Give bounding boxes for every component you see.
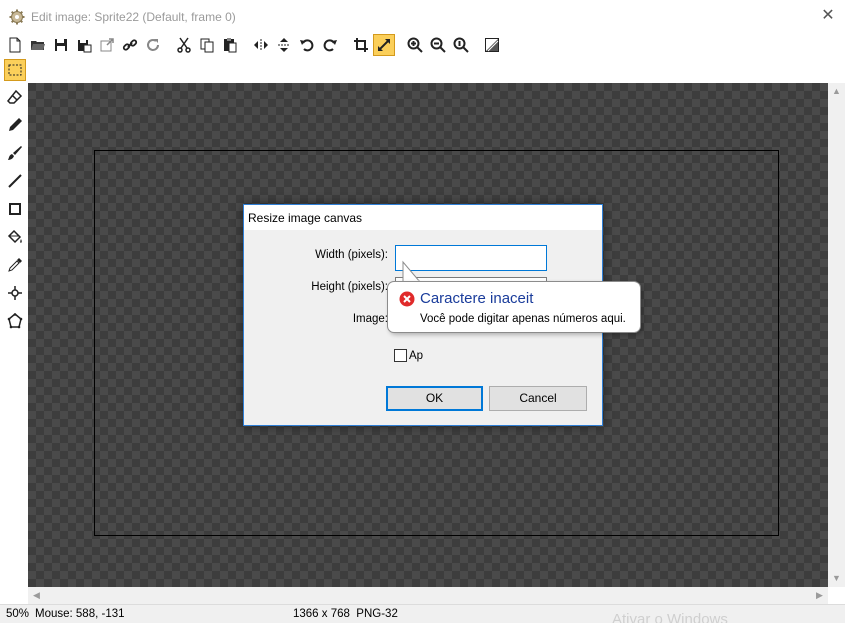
- crop-icon[interactable]: [350, 34, 372, 56]
- toolbar: [0, 33, 845, 57]
- checkbox-label: Ap: [409, 350, 424, 362]
- horizontal-scrollbar[interactable]: ◀ ▶: [28, 587, 828, 604]
- open-folder-icon[interactable]: [27, 34, 49, 56]
- zoom-in-icon[interactable]: [404, 34, 426, 56]
- mouse-position: Mouse: 588, -131: [35, 608, 125, 620]
- zoom-level: 50%: [6, 608, 30, 620]
- error-balloon: Caractere inaceit Você pode digitar apen…: [387, 281, 641, 333]
- polygon-icon[interactable]: [4, 310, 26, 332]
- select-rectangle-icon[interactable]: [4, 59, 26, 81]
- window-title: Edit image: Sprite22 (Default, frame 0): [31, 10, 236, 24]
- balloon-message: Você pode digitar apenas números aqui.: [420, 313, 626, 325]
- apply-checkbox[interactable]: [394, 349, 407, 362]
- flip-vertical-icon[interactable]: [273, 34, 295, 56]
- resize-canvas-icon[interactable]: [373, 34, 395, 56]
- scroll-up-icon[interactable]: ▲: [828, 83, 845, 100]
- image-size-format: 1366 x 768 PNG-32: [293, 608, 398, 620]
- eyedropper-icon[interactable]: [4, 254, 26, 276]
- export-icon[interactable]: [96, 34, 118, 56]
- tool-palette: [0, 57, 28, 603]
- scroll-down-icon[interactable]: ▼: [828, 570, 845, 587]
- cut-icon[interactable]: [173, 34, 195, 56]
- vertical-scrollbar[interactable]: ▲ ▼: [828, 83, 845, 587]
- dialog-title: Resize image canvas: [244, 205, 602, 230]
- activation-watermark: Ativar o Windows: [612, 611, 728, 623]
- ok-button[interactable]: OK: [386, 386, 483, 411]
- link-icon[interactable]: [119, 34, 141, 56]
- gear-icon: [9, 9, 25, 25]
- width-label: Width (pixels):: [315, 249, 388, 261]
- rectangle-icon[interactable]: [4, 198, 26, 220]
- rotate-left-icon[interactable]: [296, 34, 318, 56]
- paste-icon[interactable]: [219, 34, 241, 56]
- effects-icon[interactable]: [481, 34, 503, 56]
- refresh-icon[interactable]: [142, 34, 164, 56]
- eraser-icon[interactable]: [4, 86, 26, 108]
- rotate-right-icon[interactable]: [319, 34, 341, 56]
- copy-icon[interactable]: [196, 34, 218, 56]
- move-point-icon[interactable]: [4, 282, 26, 304]
- cancel-button[interactable]: Cancel: [489, 386, 587, 411]
- scroll-right-icon[interactable]: ▶: [811, 587, 828, 604]
- brush-icon[interactable]: [4, 142, 26, 164]
- fill-bucket-icon[interactable]: [4, 226, 26, 248]
- pencil-icon[interactable]: [4, 114, 26, 136]
- title-bar: Edit image: Sprite22 (Default, frame 0) …: [0, 0, 845, 33]
- save-as-icon[interactable]: [73, 34, 95, 56]
- flip-horizontal-icon[interactable]: [250, 34, 272, 56]
- error-icon: [399, 291, 415, 307]
- zoom-actual-icon[interactable]: [450, 34, 472, 56]
- line-icon[interactable]: [4, 170, 26, 192]
- close-icon[interactable]: ✕: [817, 5, 839, 27]
- height-label: Height (pixels):: [311, 281, 388, 293]
- zoom-out-icon[interactable]: [427, 34, 449, 56]
- save-icon[interactable]: [50, 34, 72, 56]
- new-icon[interactable]: [4, 34, 26, 56]
- image-label: Image:: [352, 313, 388, 325]
- scroll-left-icon[interactable]: ◀: [28, 587, 45, 604]
- balloon-tail: [402, 260, 422, 283]
- balloon-title: Caractere inaceit: [420, 290, 534, 307]
